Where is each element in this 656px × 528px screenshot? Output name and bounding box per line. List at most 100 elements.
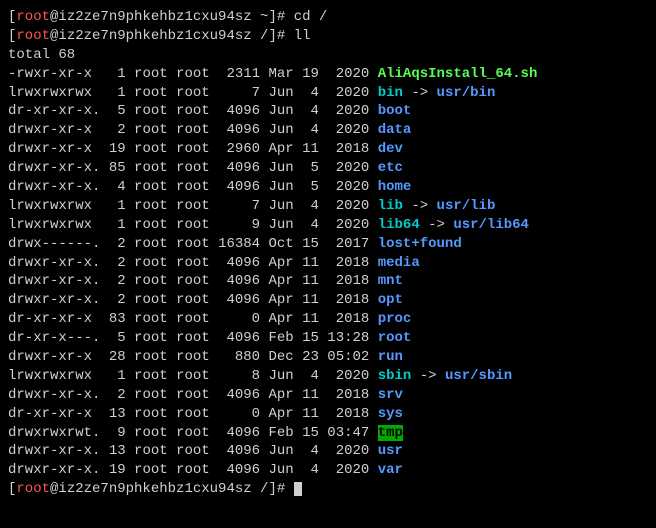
file-name: sbin xyxy=(378,368,412,384)
file-group: root xyxy=(168,122,210,138)
file-date: Apr 11 2018 xyxy=(260,141,378,157)
file-size: 4096 xyxy=(210,425,260,441)
file-perm: drwxr-xr-x. xyxy=(8,160,100,176)
file-name: lost+found xyxy=(378,236,462,252)
file-links: 19 xyxy=(100,141,125,157)
file-size: 4096 xyxy=(210,103,260,119)
prompt-host: iz2ze7n9phkehbz1cxu94sz xyxy=(58,481,251,497)
file-links: 1 xyxy=(100,198,125,214)
file-owner: root xyxy=(126,122,168,138)
file-links: 13 xyxy=(100,406,125,422)
file-group: root xyxy=(168,349,210,365)
file-owner: root xyxy=(126,292,168,308)
file-size: 4096 xyxy=(210,292,260,308)
file-owner: root xyxy=(126,387,168,403)
prompt-line-2: [root@iz2ze7n9phkehbz1cxu94sz /]# ll xyxy=(8,27,648,46)
file-size: 7 xyxy=(210,85,260,101)
file-date: Mar 19 2020 xyxy=(260,66,378,82)
file-group: root xyxy=(168,141,210,157)
listing-row: dr-xr-xr-x. 5 root root 4096 Jun 4 2020 … xyxy=(8,102,648,121)
terminal-output[interactable]: [root@iz2ze7n9phkehbz1cxu94sz ~]# cd / [… xyxy=(8,8,648,499)
file-links: 2 xyxy=(100,292,125,308)
file-date: Jun 5 2020 xyxy=(260,160,378,176)
command-text: ll xyxy=(294,28,311,44)
file-perm: drwxr-xr-x. xyxy=(8,443,100,459)
listing-row: dr-xr-x---. 5 root root 4096 Feb 15 13:2… xyxy=(8,329,648,348)
file-size: 2960 xyxy=(210,141,260,157)
file-links: 2 xyxy=(100,255,125,271)
listing-row: drwxr-xr-x 19 root root 2960 Apr 11 2018… xyxy=(8,140,648,159)
file-date: Dec 23 05:02 xyxy=(260,349,378,365)
file-owner: root xyxy=(126,368,168,384)
listing-row: drwxr-xr-x. 2 root root 4096 Apr 11 2018… xyxy=(8,291,648,310)
bracket-close: ]# xyxy=(268,28,293,44)
file-name: lib64 xyxy=(378,217,420,233)
file-links: 28 xyxy=(100,349,125,365)
symlink-arrow: -> xyxy=(420,217,454,233)
file-perm: drwxrwxrwt. xyxy=(8,425,100,441)
file-date: Jun 4 2020 xyxy=(260,462,378,478)
file-owner: root xyxy=(126,217,168,233)
file-name: sys xyxy=(378,406,403,422)
file-group: root xyxy=(168,66,210,82)
listing-row: drwxr-xr-x. 2 root root 4096 Apr 11 2018… xyxy=(8,272,648,291)
file-date: Apr 11 2018 xyxy=(260,311,378,327)
file-perm: lrwxrwxrwx xyxy=(8,85,100,101)
file-size: 4096 xyxy=(210,255,260,271)
file-date: Apr 11 2018 xyxy=(260,406,378,422)
file-owner: root xyxy=(126,236,168,252)
file-owner: root xyxy=(126,406,168,422)
file-size: 7 xyxy=(210,198,260,214)
file-links: 5 xyxy=(100,330,125,346)
file-size: 0 xyxy=(210,406,260,422)
file-date: Jun 4 2020 xyxy=(260,198,378,214)
file-date: Apr 11 2018 xyxy=(260,255,378,271)
listing-row: drwxr-xr-x. 2 root root 4096 Apr 11 2018… xyxy=(8,386,648,405)
file-name: proc xyxy=(378,311,412,327)
listing-row: drwxr-xr-x 2 root root 4096 Jun 4 2020 d… xyxy=(8,121,648,140)
file-perm: drwxr-xr-x. xyxy=(8,179,100,195)
file-group: root xyxy=(168,85,210,101)
file-perm: drwxr-xr-x. xyxy=(8,255,100,271)
file-date: Jun 4 2020 xyxy=(260,443,378,459)
symlink-target: usr/bin xyxy=(437,85,496,101)
file-name: mnt xyxy=(378,273,403,289)
file-owner: root xyxy=(126,103,168,119)
symlink-target: usr/lib xyxy=(437,198,496,214)
prompt-host: iz2ze7n9phkehbz1cxu94sz xyxy=(58,9,251,25)
file-group: root xyxy=(168,217,210,233)
file-owner: root xyxy=(126,273,168,289)
file-links: 9 xyxy=(100,425,125,441)
listing-row: drwxrwxrwt. 9 root root 4096 Feb 15 03:4… xyxy=(8,424,648,443)
file-links: 1 xyxy=(100,66,125,82)
prompt-path: ~ xyxy=(252,9,269,25)
listing-row: drwxr-xr-x. 4 root root 4096 Jun 5 2020 … xyxy=(8,178,648,197)
file-perm: lrwxrwxrwx xyxy=(8,368,100,384)
file-date: Apr 11 2018 xyxy=(260,273,378,289)
total-line: total 68 xyxy=(8,46,648,65)
file-size: 4096 xyxy=(210,273,260,289)
file-name: boot xyxy=(378,103,412,119)
file-group: root xyxy=(168,198,210,214)
file-date: Jun 4 2020 xyxy=(260,85,378,101)
file-owner: root xyxy=(126,462,168,478)
file-size: 4096 xyxy=(210,179,260,195)
file-perm: dr-xr-x---. xyxy=(8,330,100,346)
file-owner: root xyxy=(126,255,168,271)
file-perm: drwxr-xr-x xyxy=(8,349,100,365)
file-perm: dr-xr-xr-x xyxy=(8,311,100,327)
file-owner: root xyxy=(126,349,168,365)
symlink-arrow: -> xyxy=(411,368,445,384)
file-owner: root xyxy=(126,160,168,176)
file-perm: drwxr-xr-x. xyxy=(8,273,100,289)
listing-row: lrwxrwxrwx 1 root root 8 Jun 4 2020 sbin… xyxy=(8,367,648,386)
file-links: 85 xyxy=(100,160,125,176)
file-perm: drwxr-xr-x. xyxy=(8,292,100,308)
file-size: 16384 xyxy=(210,236,260,252)
file-links: 19 xyxy=(100,462,125,478)
prompt-line-3[interactable]: [root@iz2ze7n9phkehbz1cxu94sz /]# xyxy=(8,480,648,499)
file-group: root xyxy=(168,443,210,459)
file-group: root xyxy=(168,425,210,441)
file-owner: root xyxy=(126,311,168,327)
listing-row: drwxr-xr-x. 19 root root 4096 Jun 4 2020… xyxy=(8,461,648,480)
